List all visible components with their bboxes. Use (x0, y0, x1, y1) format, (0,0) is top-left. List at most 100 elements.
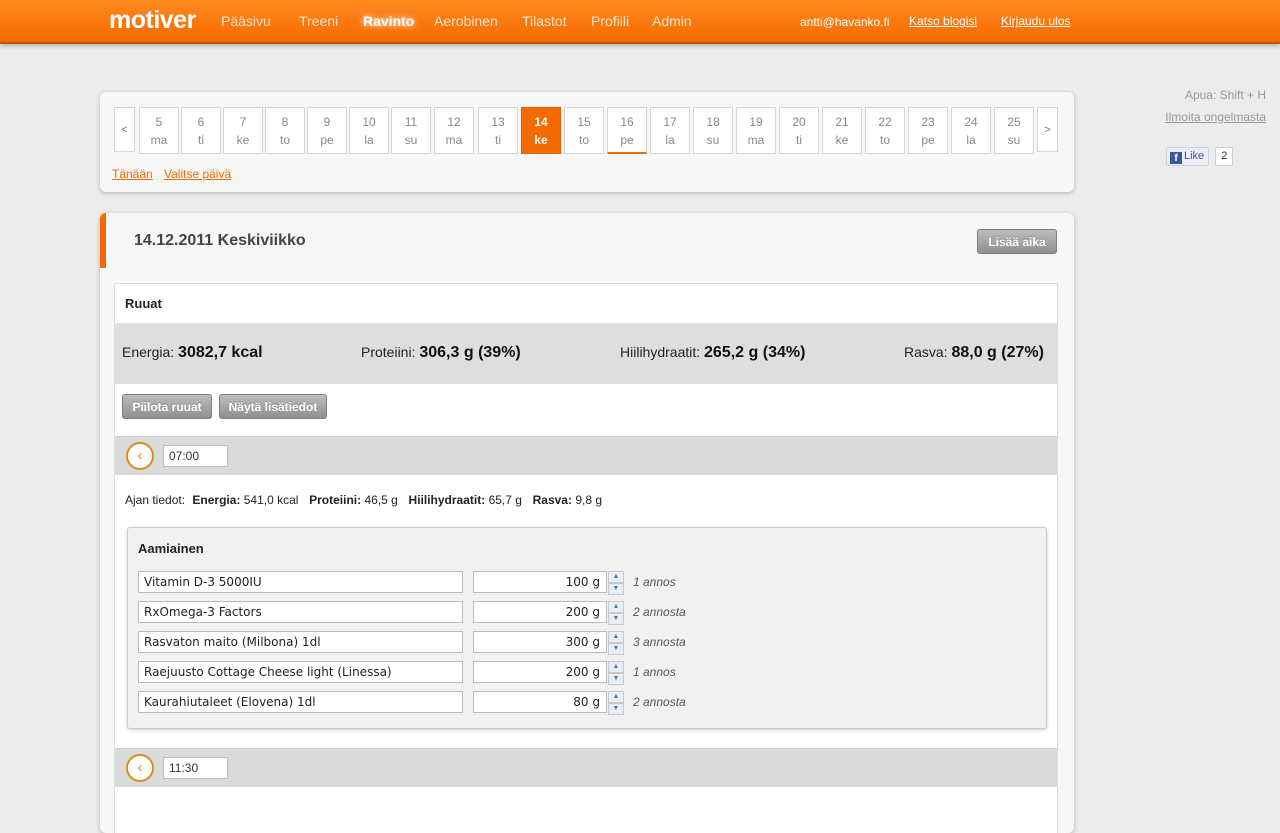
time-input[interactable]: 07:00 (163, 445, 228, 467)
accent-bar (100, 213, 106, 268)
portion-label: 2 annosta (633, 695, 686, 709)
logo[interactable]: motiver (109, 6, 196, 35)
food-amount-input[interactable]: 100 g (473, 571, 607, 593)
report-problem-link[interactable]: Ilmoita ongelmasta (1165, 110, 1266, 124)
day-number: 21 (835, 115, 849, 129)
show-details-button[interactable]: Näytä lisätiedot (219, 394, 327, 419)
day-button[interactable]: 14 ke (521, 107, 561, 154)
amount-stepper[interactable]: ▲ ▼ (608, 571, 624, 595)
stepper-up-icon[interactable]: ▲ (608, 631, 624, 643)
top-navigation-bar: motiver Pääsivu Treeni Ravinto Aerobinen… (0, 0, 1280, 44)
total-carbs: Hiilihydraatit: 265,2 g (34%) (620, 344, 806, 361)
nav-aerobinen[interactable]: Aerobinen (434, 13, 498, 29)
portion-label: 2 annosta (633, 605, 686, 619)
day-button[interactable]: 24 la (951, 107, 991, 154)
today-link[interactable]: Tänään (112, 167, 153, 181)
facebook-like: f Like 2 (1166, 147, 1234, 166)
food-amount-input[interactable]: 200 g (473, 661, 607, 683)
day-number: 13 (491, 115, 505, 129)
day-button[interactable]: 20 ti (779, 107, 819, 154)
clock-icon[interactable]: ‹ (126, 442, 154, 470)
nav-treeni[interactable]: Treeni (299, 13, 338, 29)
stepper-down-icon[interactable]: ▼ (608, 703, 624, 715)
food-name-input[interactable]: RxOmega-3 Factors (138, 601, 463, 623)
weekday-label: la (665, 133, 675, 147)
day-button[interactable]: 22 to (865, 107, 905, 154)
stepper-up-icon[interactable]: ▲ (608, 661, 624, 673)
day-number: 15 (577, 115, 591, 129)
weekday-label: to (279, 133, 290, 147)
day-number: 5 (155, 115, 163, 129)
meal-card: Aamiainen Vitamin D-3 5000IU 100 g ▲ ▼ 1 ann… (127, 527, 1047, 729)
food-name-input[interactable]: Rasvaton maito (Milbona) 1dl (138, 631, 463, 653)
day-button[interactable]: 19 ma (736, 107, 776, 154)
food-name-input[interactable]: Vitamin D-3 5000IU (138, 571, 463, 593)
day-button[interactable]: 25 su (994, 107, 1034, 154)
nav-paasivu[interactable]: Pääsivu (221, 13, 271, 29)
stepper-up-icon[interactable]: ▲ (608, 571, 624, 583)
day-button[interactable]: 15 to (564, 107, 604, 154)
day-number: 7 (239, 115, 247, 129)
help-shortcut: Apua: Shift + H (1184, 88, 1266, 102)
day-button[interactable]: 18 su (693, 107, 733, 154)
day-button[interactable]: 10 la (349, 107, 389, 154)
day-button[interactable]: 23 pe (908, 107, 948, 154)
clock-icon[interactable]: ‹ (126, 754, 154, 782)
amount-stepper[interactable]: ▲ ▼ (608, 691, 624, 715)
next-days-button[interactable]: > (1037, 107, 1058, 152)
stepper-up-icon[interactable]: ▲ (608, 601, 624, 613)
logout-link[interactable]: Kirjaudu ulos (1001, 14, 1070, 28)
day-number: 19 (749, 115, 763, 129)
facebook-icon: f (1170, 152, 1182, 164)
day-button[interactable]: 11 su (391, 107, 431, 154)
prev-days-button[interactable]: < (114, 107, 135, 152)
food-amount-input[interactable]: 80 g (473, 691, 607, 713)
day-button[interactable]: 12 ma (434, 107, 474, 154)
day-button[interactable]: 16 pe (607, 107, 647, 154)
weekday-label: pe (620, 133, 634, 147)
day-button[interactable]: 13 ti (478, 107, 518, 154)
food-amount-input[interactable]: 300 g (473, 631, 607, 653)
nav-tilastot[interactable]: Tilastot (522, 13, 567, 29)
weekday-label: ke (835, 133, 849, 147)
day-button[interactable]: 6 ti (181, 107, 221, 154)
food-name-input[interactable]: Kaurahiutaleet (Elovena) 1dl (138, 691, 463, 713)
blog-link[interactable]: Katso blogisi (909, 14, 977, 28)
total-energy: Energia: 3082,7 kcal (122, 344, 263, 361)
food-row: Raejuusto Cottage Cheese light (Linessa)… (138, 661, 938, 685)
weekday-label: su (1007, 133, 1021, 147)
day-button[interactable]: 21 ke (822, 107, 862, 154)
stepper-down-icon[interactable]: ▼ (608, 583, 624, 595)
day-button[interactable]: 17 la (650, 107, 690, 154)
nav-admin[interactable]: Admin (652, 13, 692, 29)
weekday-label: ma (747, 133, 765, 147)
day-button[interactable]: 8 to (265, 107, 305, 154)
day-number: 24 (964, 115, 978, 129)
day-number: 25 (1007, 115, 1021, 129)
nav-profiili[interactable]: Profiili (591, 13, 629, 29)
add-time-button[interactable]: Lisää aika (977, 229, 1057, 254)
day-button[interactable]: 9 pe (307, 107, 347, 154)
stepper-up-icon[interactable]: ▲ (608, 691, 624, 703)
day-button[interactable]: 5 ma (139, 107, 179, 154)
day-button[interactable]: 7 ke (223, 107, 263, 154)
nav-ravinto[interactable]: Ravinto (363, 13, 414, 29)
meal-title: Aamiainen (138, 541, 204, 556)
stepper-down-icon[interactable]: ▼ (608, 643, 624, 655)
hide-foods-button[interactable]: Piilota ruuat (122, 394, 212, 419)
time-input[interactable]: 11:30 (163, 757, 228, 779)
food-name-input[interactable]: Raejuusto Cottage Cheese light (Linessa) (138, 661, 463, 683)
foods-section: Ruuat Energia: 3082,7 kcal Proteiini: 30… (114, 283, 1058, 833)
amount-stepper[interactable]: ▲ ▼ (608, 661, 624, 685)
amount-stepper[interactable]: ▲ ▼ (608, 631, 624, 655)
stepper-down-icon[interactable]: ▼ (608, 673, 624, 685)
amount-stepper[interactable]: ▲ ▼ (608, 601, 624, 625)
pick-date-link[interactable]: Valitse päivä (164, 167, 231, 181)
weekday-label: ma (150, 133, 168, 147)
day-number: 8 (281, 115, 289, 129)
total-fat: Rasva: 88,0 g (27%) (904, 344, 1044, 361)
like-button[interactable]: f Like (1166, 147, 1210, 166)
day-number: 23 (921, 115, 935, 129)
food-amount-input[interactable]: 200 g (473, 601, 607, 623)
stepper-down-icon[interactable]: ▼ (608, 613, 624, 625)
